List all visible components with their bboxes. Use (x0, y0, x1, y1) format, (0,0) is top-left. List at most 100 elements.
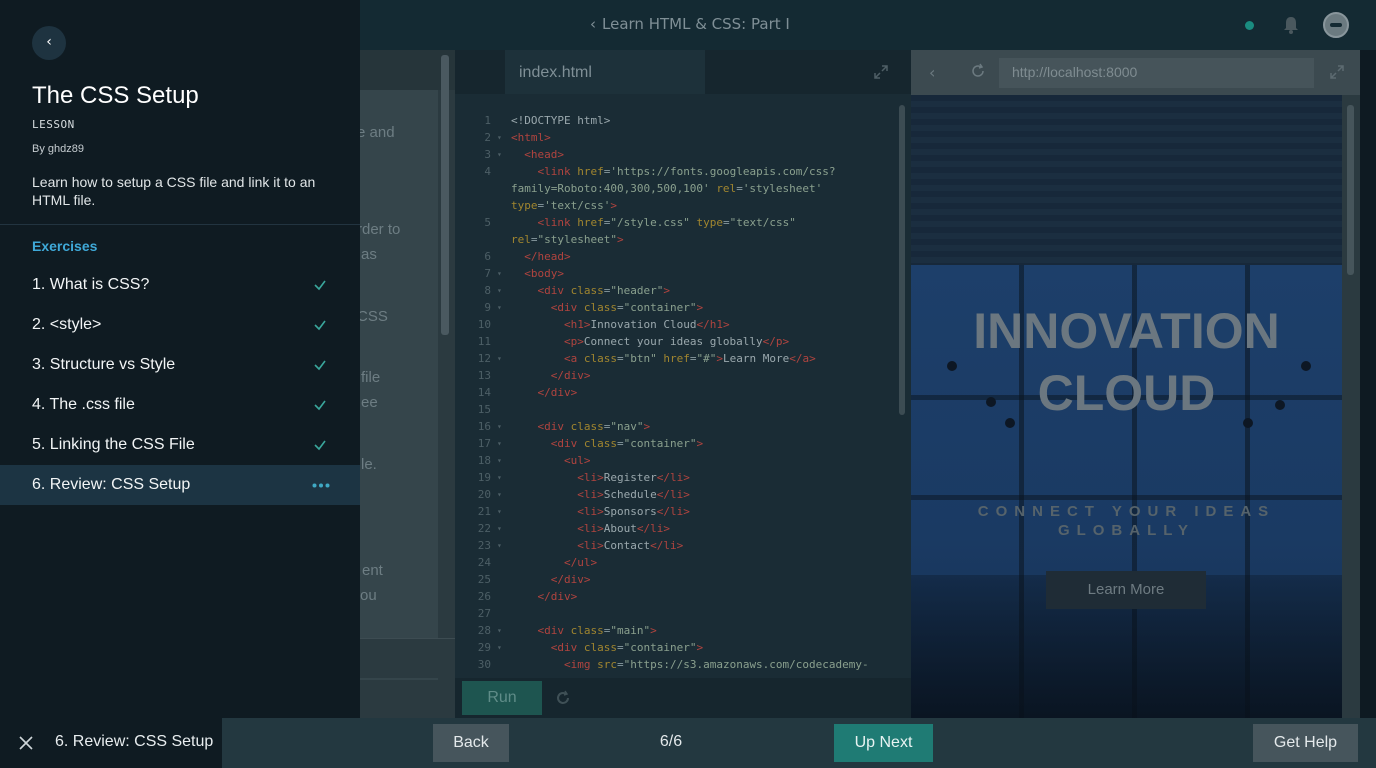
refresh-icon[interactable] (969, 62, 987, 80)
check-icon (314, 320, 326, 331)
fold-toggle-icon[interactable]: ▾ (497, 486, 511, 503)
line-number: 6 (484, 250, 491, 263)
fold-toggle-icon[interactable]: ▾ (497, 129, 511, 146)
expand-icon[interactable] (1329, 64, 1345, 80)
exercise-label: 5. Linking the CSS File (32, 436, 195, 453)
code-text: <li>Register</li> (577, 471, 690, 484)
exercise-item[interactable]: 2. <style> (0, 305, 360, 345)
instructions-text: le. (361, 456, 377, 473)
code-line: 12 ▾ <a class="btn" href="#">Learn More</… (463, 350, 903, 367)
instructions-text: ee (361, 394, 378, 411)
exercise-item[interactable]: 4. The .css file (0, 385, 360, 425)
fold-toggle-icon[interactable]: ▾ (497, 452, 511, 469)
line-number: 22 (477, 522, 491, 535)
code-area[interactable]: 1 <!DOCTYPE html> 2 ▾ <html> 3 ▾ <head> 4 <link… (463, 112, 903, 680)
exercise-label: 2. <style> (32, 316, 102, 333)
code-editor: index.html 1 <!DOCTYPE html> 2 ▾ <html> 3 ▾ <h… (455, 50, 911, 718)
run-button[interactable]: Run (462, 681, 542, 715)
code-line: 1 <!DOCTYPE html> (463, 112, 903, 129)
code-line: 8 ▾ <div class="header"> (463, 282, 903, 299)
code-text: <li>Schedule</li> (577, 488, 690, 501)
exercise-item[interactable]: 1. What is CSS? (0, 265, 360, 305)
fold-toggle-icon[interactable]: ▾ (497, 350, 511, 367)
fold-toggle-icon (497, 588, 511, 605)
code-text: <div class="header"> (537, 284, 670, 297)
editor-scrollbar[interactable] (899, 105, 905, 415)
lesson-description: Learn how to setup a CSS file and link i… (32, 174, 316, 208)
code-line: 5 <link href="/style.css" type="text/css… (463, 214, 903, 248)
code-line: 25 </div> (463, 571, 903, 588)
check-icon (314, 440, 326, 451)
fold-toggle-icon[interactable]: ▾ (497, 503, 511, 520)
back-button[interactable]: ‹ (32, 26, 66, 60)
avatar[interactable] (1323, 12, 1349, 38)
code-text: <div class="container"> (550, 301, 704, 314)
bell-icon[interactable] (1282, 15, 1300, 35)
up-next-button[interactable]: Up Next (834, 724, 933, 762)
exercise-toggle[interactable]: 6. Review: CSS Setup (0, 718, 222, 768)
fold-toggle-icon[interactable]: ▾ (497, 469, 511, 486)
instructions-text: rder to (357, 221, 401, 238)
code-text: <a class="btn" href="#">Learn More</a> (563, 352, 816, 365)
fold-toggle-icon[interactable]: ▾ (497, 299, 511, 316)
line-number: 28 (477, 624, 491, 637)
browser-scrollbar[interactable] (1347, 105, 1354, 275)
fold-toggle-icon[interactable]: ▾ (497, 282, 511, 299)
browser-back-icon[interactable]: ‹ (929, 63, 935, 82)
fold-toggle-icon (497, 163, 511, 214)
line-number: 5 (484, 216, 491, 229)
back-button[interactable]: Back (433, 724, 509, 762)
code-text: <ul> (563, 454, 591, 467)
code-line: 7 ▾ <body> (463, 265, 903, 282)
fold-toggle-icon[interactable]: ▾ (497, 537, 511, 554)
learn-more-button[interactable]: Learn More (1046, 571, 1206, 609)
line-number: 11 (477, 335, 491, 348)
line-number: 19 (477, 471, 491, 484)
fold-toggle-icon[interactable]: ▾ (497, 265, 511, 282)
code-text: <div class="main"> (537, 624, 657, 637)
fold-toggle-icon (497, 316, 511, 333)
check-icon (314, 280, 326, 291)
get-help-button[interactable]: Get Help (1253, 724, 1358, 762)
line-number: 8 (484, 284, 491, 297)
divider (0, 224, 360, 225)
line-number: 2 (484, 131, 491, 144)
code-line: 28 ▾ <div class="main"> (463, 622, 903, 639)
fold-toggle-icon[interactable]: ▾ (497, 418, 511, 435)
expand-icon[interactable] (873, 64, 889, 80)
code-text: <div class="container"> (550, 641, 704, 654)
close-icon[interactable] (18, 735, 34, 751)
line-number: 18 (477, 454, 491, 467)
lesson-sidebar: ‹ The CSS Setup LESSON By ghdz89 Learn h… (0, 0, 360, 718)
reset-icon[interactable] (555, 690, 571, 706)
code-line: 18 ▾ <ul> (463, 452, 903, 469)
instructions-scrollbar[interactable] (441, 55, 449, 335)
line-number: 12 (477, 352, 491, 365)
fold-toggle-icon[interactable]: ▾ (497, 146, 511, 163)
browser-toolbar: ‹ http://localhost:8000 (911, 50, 1360, 95)
code-line: 4 <link href='https://fonts.googleapis.c… (463, 163, 903, 214)
url-field[interactable]: http://localhost:8000 (999, 58, 1314, 88)
code-line: 14 </div> (463, 384, 903, 401)
exercise-item[interactable]: 3. Structure vs Style (0, 345, 360, 385)
code-text: </div> (537, 590, 578, 603)
line-number: 15 (477, 403, 491, 416)
exercise-item[interactable]: 5. Linking the CSS File (0, 425, 360, 465)
exercise-item-current[interactable]: 6. Review: CSS Setup (0, 465, 360, 505)
fold-toggle-icon[interactable]: ▾ (497, 639, 511, 656)
course-title-link[interactable]: ‹ Learn HTML & CSS: Part I (590, 15, 790, 33)
fold-toggle-icon[interactable]: ▾ (497, 435, 511, 452)
fold-toggle-icon[interactable]: ▾ (497, 520, 511, 537)
code-line: 2 ▾ <html> (463, 129, 903, 146)
line-number: 17 (477, 437, 491, 450)
check-icon (314, 400, 326, 411)
rendered-page: INNOVATION CLOUD CONNECT YOUR IDEAS GLOB… (911, 95, 1342, 718)
code-text: <li>Sponsors</li> (577, 505, 690, 518)
line-number: 10 (477, 318, 491, 331)
hero-window-frame (911, 495, 1342, 500)
tab-index-html[interactable]: index.html (505, 50, 705, 94)
fold-toggle-icon[interactable]: ▾ (497, 622, 511, 639)
fold-toggle-icon (497, 605, 511, 622)
